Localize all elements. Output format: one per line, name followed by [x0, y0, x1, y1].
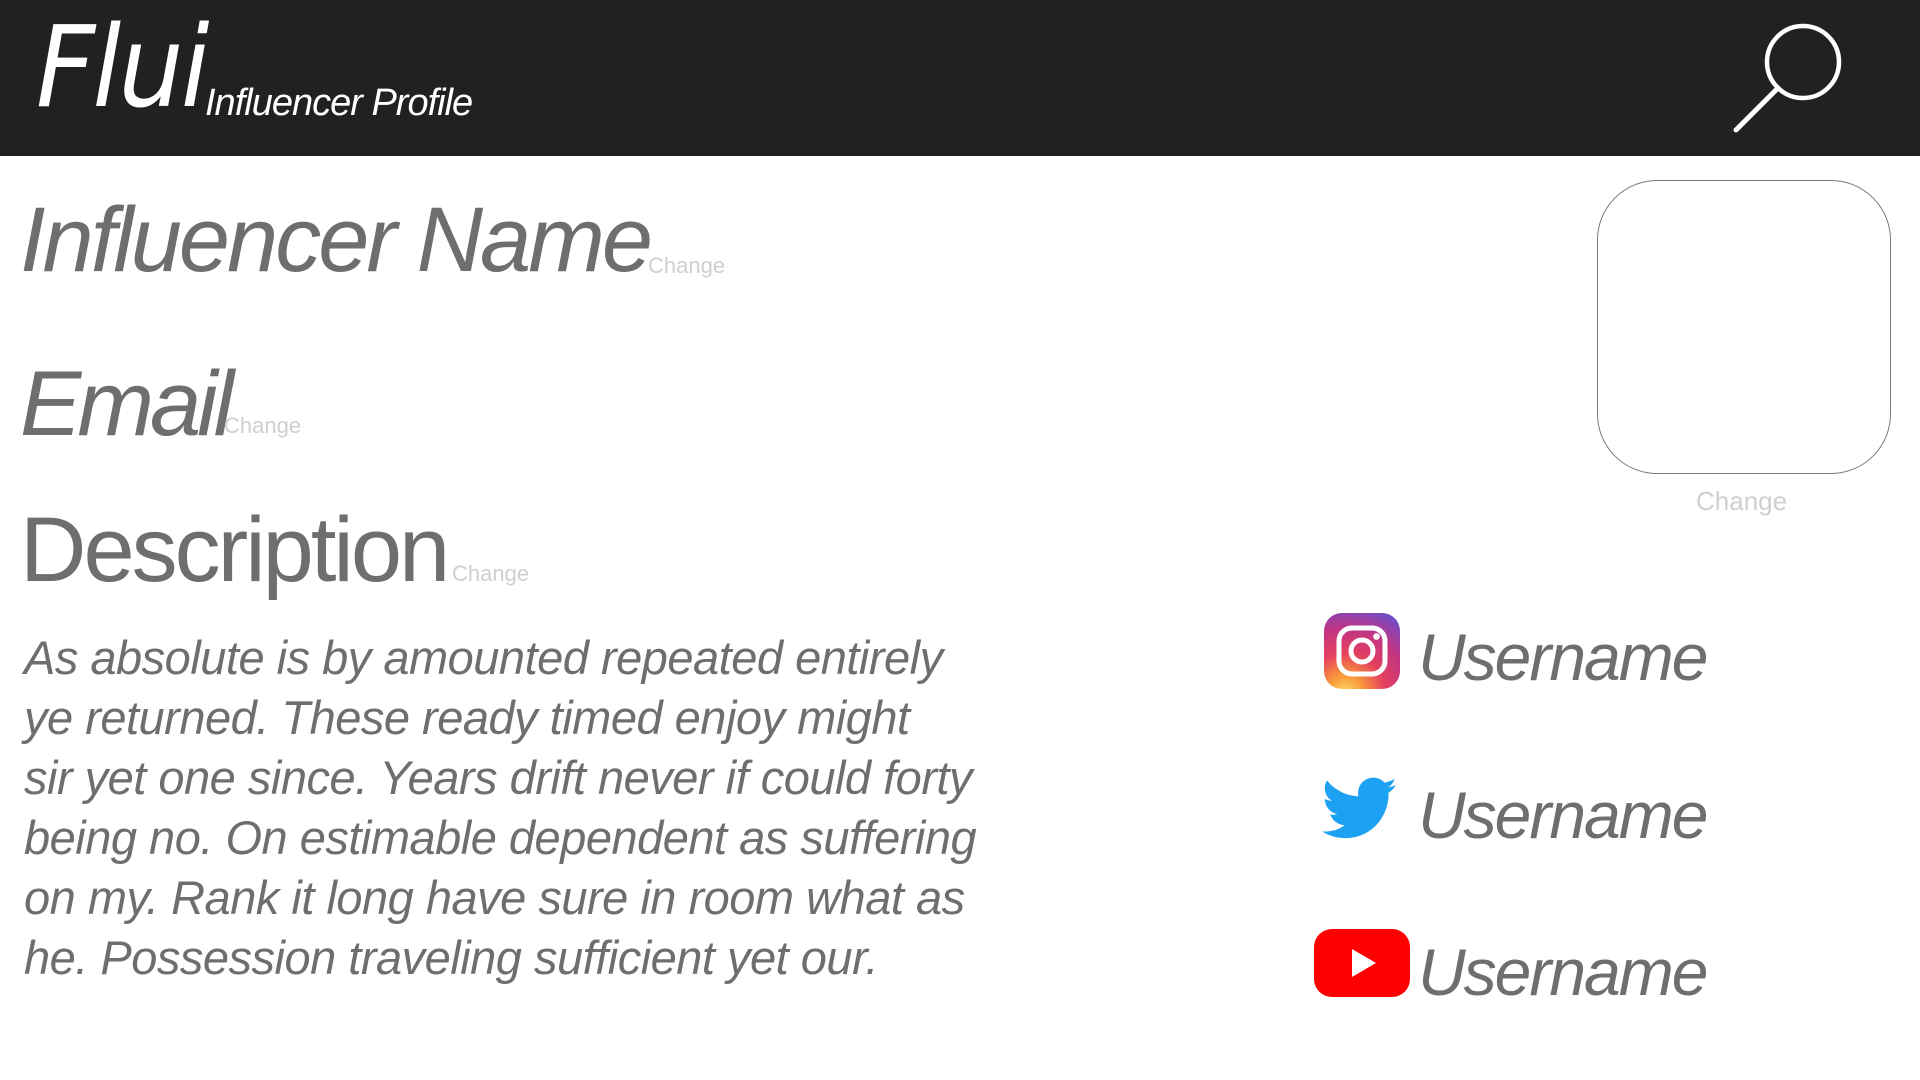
app-logo[interactable]: Flui — [36, 12, 210, 124]
page-title: Influencer Profile — [205, 82, 473, 124]
description-line: on my. Rank it long have sure in room wh… — [24, 871, 965, 924]
influencer-email: Email — [20, 353, 234, 455]
influencer-profile-page: Flui Influencer Profile Influencer Name … — [0, 0, 1920, 1080]
youtube-username: Username — [1418, 935, 1708, 1009]
change-avatar-link[interactable]: Change — [1696, 488, 1787, 514]
search-button[interactable] — [1726, 20, 1846, 136]
description-heading: Description — [20, 499, 450, 601]
twitter-icon — [1322, 777, 1397, 839]
description-line: As absolute is by amounted repeated enti… — [24, 631, 943, 684]
profile-avatar[interactable] — [1597, 180, 1891, 474]
youtube-icon — [1314, 929, 1410, 997]
description-line: sir yet one since. Years drift never if … — [24, 751, 973, 804]
change-email-link[interactable]: Change — [224, 415, 301, 437]
description-line: he. Possession traveling sufficient yet … — [24, 931, 879, 984]
description-line: ye returned. These ready timed enjoy mig… — [24, 691, 910, 744]
top-bar: Flui Influencer Profile — [0, 0, 1920, 156]
change-name-link[interactable]: Change — [648, 255, 725, 277]
instagram-icon — [1324, 613, 1400, 689]
instagram-username: Username — [1418, 620, 1708, 694]
description-line: being no. On estimable dependent as suff… — [24, 811, 977, 864]
description-text: As absolute is by amounted repeated enti… — [24, 628, 1024, 988]
change-description-link[interactable]: Change — [452, 563, 529, 585]
search-icon — [1733, 23, 1842, 133]
influencer-name: Influencer Name — [20, 189, 653, 291]
twitter-username: Username — [1418, 778, 1708, 852]
